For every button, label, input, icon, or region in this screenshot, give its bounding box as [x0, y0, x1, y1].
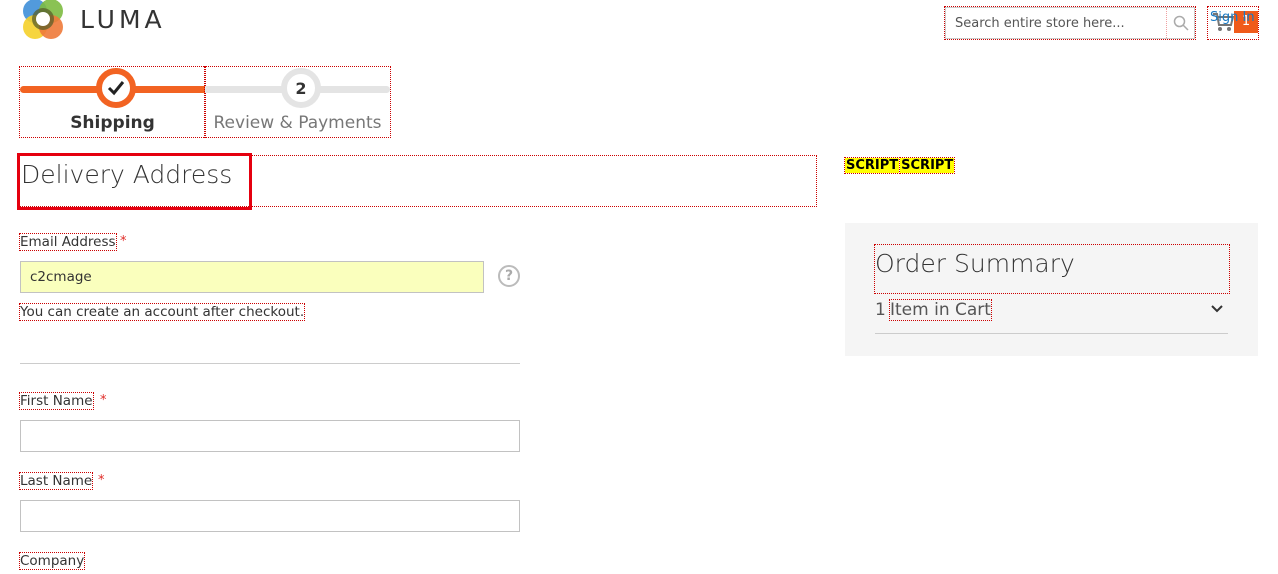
step-review-payments[interactable]: 2 Review & Payments	[204, 66, 391, 138]
step-number: 2	[281, 68, 321, 108]
checkout-progress: Shipping 2 Review & Payments	[19, 66, 391, 138]
order-summary: Order Summary 1 Item in Cart	[845, 223, 1258, 356]
item-count: 1	[875, 300, 886, 320]
first-name-field[interactable]	[20, 420, 520, 452]
last-name-field[interactable]	[20, 500, 520, 532]
items-in-cart-toggle[interactable]: 1 Item in Cart	[875, 299, 1228, 334]
search-icon	[1173, 15, 1189, 31]
brand-name: LUMA	[80, 4, 166, 34]
script-tag: SCRIPT	[899, 157, 956, 174]
items-label: Item in Cart	[889, 299, 992, 321]
checkmark-icon	[107, 81, 125, 96]
last-name-label: Last Name	[18, 472, 94, 490]
step-circle	[96, 68, 136, 108]
email-label: Email Address	[19, 233, 117, 251]
required-marker: *	[98, 473, 105, 488]
luma-logo-icon	[23, 0, 63, 39]
step-shipping[interactable]: Shipping	[19, 66, 206, 138]
search-box	[944, 6, 1196, 40]
first-name-label: First Name	[19, 392, 94, 410]
section-title: Delivery Address	[21, 160, 233, 189]
divider	[20, 363, 520, 364]
account-note: You can create an account after checkout…	[18, 303, 306, 321]
email-field[interactable]	[20, 261, 484, 293]
order-summary-title: Order Summary	[874, 244, 1230, 294]
search-button[interactable]	[1166, 8, 1194, 38]
logo-link[interactable]: LUMA	[20, 0, 166, 42]
company-label: Company	[18, 552, 86, 570]
step-label: Review & Payments	[213, 113, 382, 133]
step-label: Shipping	[70, 113, 155, 133]
script-tags: SCRIPT SCRIPT	[843, 157, 956, 174]
search-input[interactable]	[946, 8, 1166, 38]
help-icon[interactable]: ?	[498, 265, 520, 287]
sign-in-link[interactable]: Sign In	[1210, 10, 1255, 25]
required-marker: *	[120, 234, 127, 249]
chevron-down-icon	[1211, 305, 1223, 313]
required-marker: *	[100, 393, 107, 408]
script-tag: SCRIPT	[843, 157, 901, 174]
